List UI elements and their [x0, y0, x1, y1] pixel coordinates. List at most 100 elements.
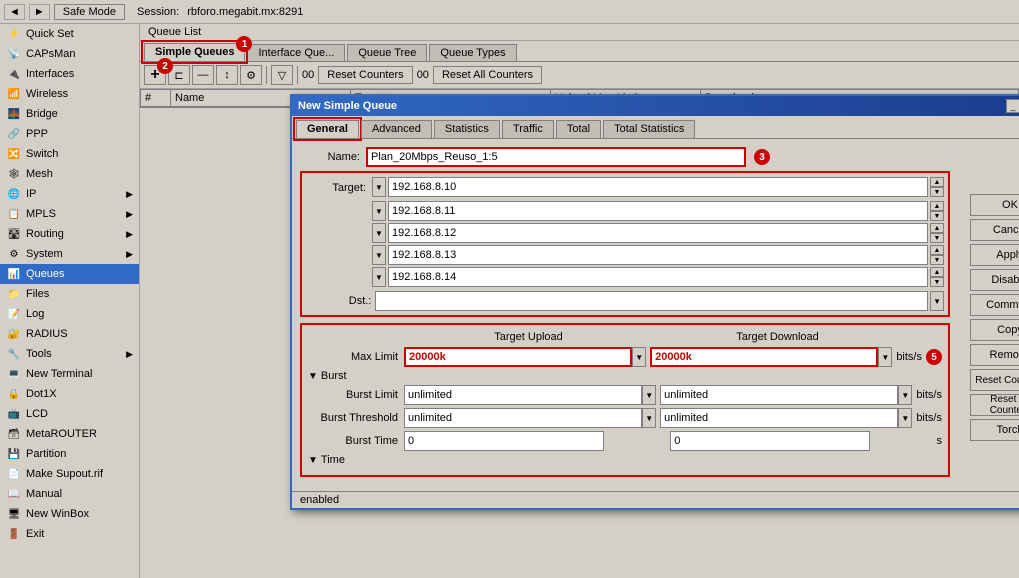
target-input-2[interactable] [388, 223, 928, 243]
sidebar-item-manual[interactable]: 📖 Manual [0, 484, 139, 504]
sidebar-item-partition[interactable]: 💾 Partition [0, 444, 139, 464]
target-down-3[interactable]: ▼ [930, 255, 944, 265]
sidebar-item-new-winbox[interactable]: 🖥 New WinBox [0, 504, 139, 524]
tab-simple-queues[interactable]: Simple Queues 1 [144, 43, 245, 61]
target-down-4[interactable]: ▼ [930, 277, 944, 287]
dialog-minimize-button[interactable]: _ [1006, 99, 1019, 113]
disable-button[interactable]: Disab... 4 [970, 269, 1019, 291]
time-toggle[interactable]: ▼ Time [308, 454, 942, 466]
sidebar-item-new-terminal[interactable]: 💻 New Terminal [0, 364, 139, 384]
sidebar-item-exit[interactable]: 🚪 Exit [0, 524, 139, 544]
comment-button[interactable]: Comment [970, 294, 1019, 316]
nav-back-button[interactable]: ◄ [4, 4, 25, 20]
burst-time-download-input[interactable] [670, 431, 870, 451]
sidebar-item-tools[interactable]: 🔧 Tools ▶ [0, 344, 139, 364]
reset-counters-dialog-button[interactable]: Reset Counters [970, 369, 1019, 391]
target-up-2[interactable]: ▲ [930, 223, 944, 233]
target-input-4[interactable] [388, 267, 928, 287]
target-up-4[interactable]: ▲ [930, 267, 944, 277]
dst-dropdown[interactable]: ▼ [930, 291, 944, 311]
sidebar-item-quickset[interactable]: ⚡ Quick Set [0, 24, 139, 44]
reset-counters-button[interactable]: Reset Counters [318, 66, 412, 84]
upload-max-dropdown[interactable]: ▼ [632, 347, 646, 367]
sidebar-item-mpls[interactable]: 📋 MPLS ▶ [0, 204, 139, 224]
burst-threshold-download-dropdown[interactable]: ▼ [898, 408, 912, 428]
dialog-tab-traffic[interactable]: Traffic [502, 120, 554, 138]
dst-input[interactable] [375, 291, 928, 311]
target-dropdown-4[interactable]: ▼ [372, 267, 386, 287]
target-dropdown-1[interactable]: ▼ [372, 201, 386, 221]
upload-max-input[interactable] [404, 347, 632, 367]
sidebar-item-log[interactable]: 📝 Log [0, 304, 139, 324]
name-input[interactable] [366, 147, 746, 167]
sidebar-item-files[interactable]: 📁 Files [0, 284, 139, 304]
dialog-tab-statistics[interactable]: Statistics [434, 120, 500, 138]
target-up-3[interactable]: ▲ [930, 245, 944, 255]
sidebar-item-queues[interactable]: 📊 Queues [0, 264, 139, 284]
dialog-tab-general[interactable]: General [296, 120, 359, 138]
download-max-dropdown[interactable]: ▼ [878, 347, 892, 367]
target-down-2[interactable]: ▼ [930, 233, 944, 243]
nav-fwd-button[interactable]: ► [29, 4, 50, 20]
make-supout-icon: 📄 [6, 466, 22, 482]
copy-button[interactable]: Copy [970, 319, 1019, 341]
target-up-1[interactable]: ▲ [930, 201, 944, 211]
sidebar-item-interfaces[interactable]: 🔌 Interfaces [0, 64, 139, 84]
dialog-tab-total[interactable]: Total [556, 120, 601, 138]
remove-button[interactable]: Remove [970, 344, 1019, 366]
dialog-tab-total-statistics[interactable]: Total Statistics [603, 120, 695, 138]
tab-queue-tree[interactable]: Queue Tree [347, 44, 427, 61]
tab-interface-queue[interactable]: Interface Que... [247, 44, 345, 61]
sidebar-item-lcd[interactable]: 📺 LCD [0, 404, 139, 424]
sidebar-item-switch[interactable]: 🔀 Switch [0, 144, 139, 164]
sidebar-item-mesh[interactable]: 🕸 Mesh [0, 164, 139, 184]
torch-button[interactable]: Torch [970, 419, 1019, 441]
burst-limit-upload-input[interactable] [404, 385, 642, 405]
filter-button[interactable]: ▽ [271, 65, 293, 85]
sidebar-item-ppp[interactable]: 🔗 PPP [0, 124, 139, 144]
burst-threshold-upload-input[interactable] [404, 408, 642, 428]
add-button[interactable]: + 2 [144, 65, 166, 85]
burst-threshold-download-input[interactable] [660, 408, 898, 428]
sidebar-item-capsman[interactable]: 📡 CAPsMan [0, 44, 139, 64]
burst-threshold-upload-dropdown[interactable]: ▼ [642, 408, 656, 428]
sidebar-item-wireless[interactable]: 📶 Wireless [0, 84, 139, 104]
apply-button[interactable]: Apply [970, 244, 1019, 266]
target-input-3[interactable] [388, 245, 928, 265]
tab-queue-types[interactable]: Queue Types [429, 44, 516, 61]
target-dropdown-3[interactable]: ▼ [372, 245, 386, 265]
sidebar-item-make-supout[interactable]: 📄 Make Supout.rif [0, 464, 139, 484]
burst-limit-download-input[interactable] [660, 385, 898, 405]
settings-toolbar-button[interactable]: ⚙ [240, 65, 262, 85]
cancel-button[interactable]: Cancel [970, 219, 1019, 241]
reset-all-counters-button[interactable]: Reset All Counters [433, 66, 542, 84]
sidebar-item-routing[interactable]: 🛣 Routing ▶ [0, 224, 139, 244]
sidebar-item-ip[interactable]: 🌐 IP ▶ [0, 184, 139, 204]
target-up-0[interactable]: ▲ [930, 177, 944, 187]
time-triangle-icon[interactable]: ▼ [308, 455, 318, 466]
target-down-1[interactable]: ▼ [930, 211, 944, 221]
download-max-input[interactable] [650, 347, 878, 367]
burst-toggle[interactable]: ▼ Burst [308, 370, 942, 382]
burst-time-upload-input[interactable] [404, 431, 604, 451]
burst-limit-upload-dropdown[interactable]: ▼ [642, 385, 656, 405]
ok-button[interactable]: OK [970, 194, 1019, 216]
mpls-icon: 📋 [6, 206, 22, 222]
move-toolbar-button[interactable]: ↕ [216, 65, 238, 85]
target-dropdown-2[interactable]: ▼ [372, 223, 386, 243]
safe-mode-button[interactable]: Safe Mode [54, 4, 125, 20]
sidebar-item-radius[interactable]: 🔐 RADIUS [0, 324, 139, 344]
target-input-1[interactable] [388, 201, 928, 221]
target-dropdown-0[interactable]: ▼ [372, 177, 386, 197]
sidebar-item-dot1x[interactable]: 🔒 Dot1X [0, 384, 139, 404]
sidebar-item-metarouter[interactable]: 🗃 MetaROUTER [0, 424, 139, 444]
sidebar-item-system[interactable]: ⚙ System ▶ [0, 244, 139, 264]
burst-triangle-icon[interactable]: ▼ [308, 371, 318, 382]
dialog-tab-advanced[interactable]: Advanced [361, 120, 432, 138]
reset-all-counters-dialog-button[interactable]: Reset All Counters [970, 394, 1019, 416]
sidebar-item-bridge[interactable]: 🌉 Bridge [0, 104, 139, 124]
target-input-0[interactable] [388, 177, 928, 197]
burst-limit-download-dropdown[interactable]: ▼ [898, 385, 912, 405]
target-down-0[interactable]: ▼ [930, 187, 944, 197]
delete-toolbar-button[interactable]: — [192, 65, 214, 85]
